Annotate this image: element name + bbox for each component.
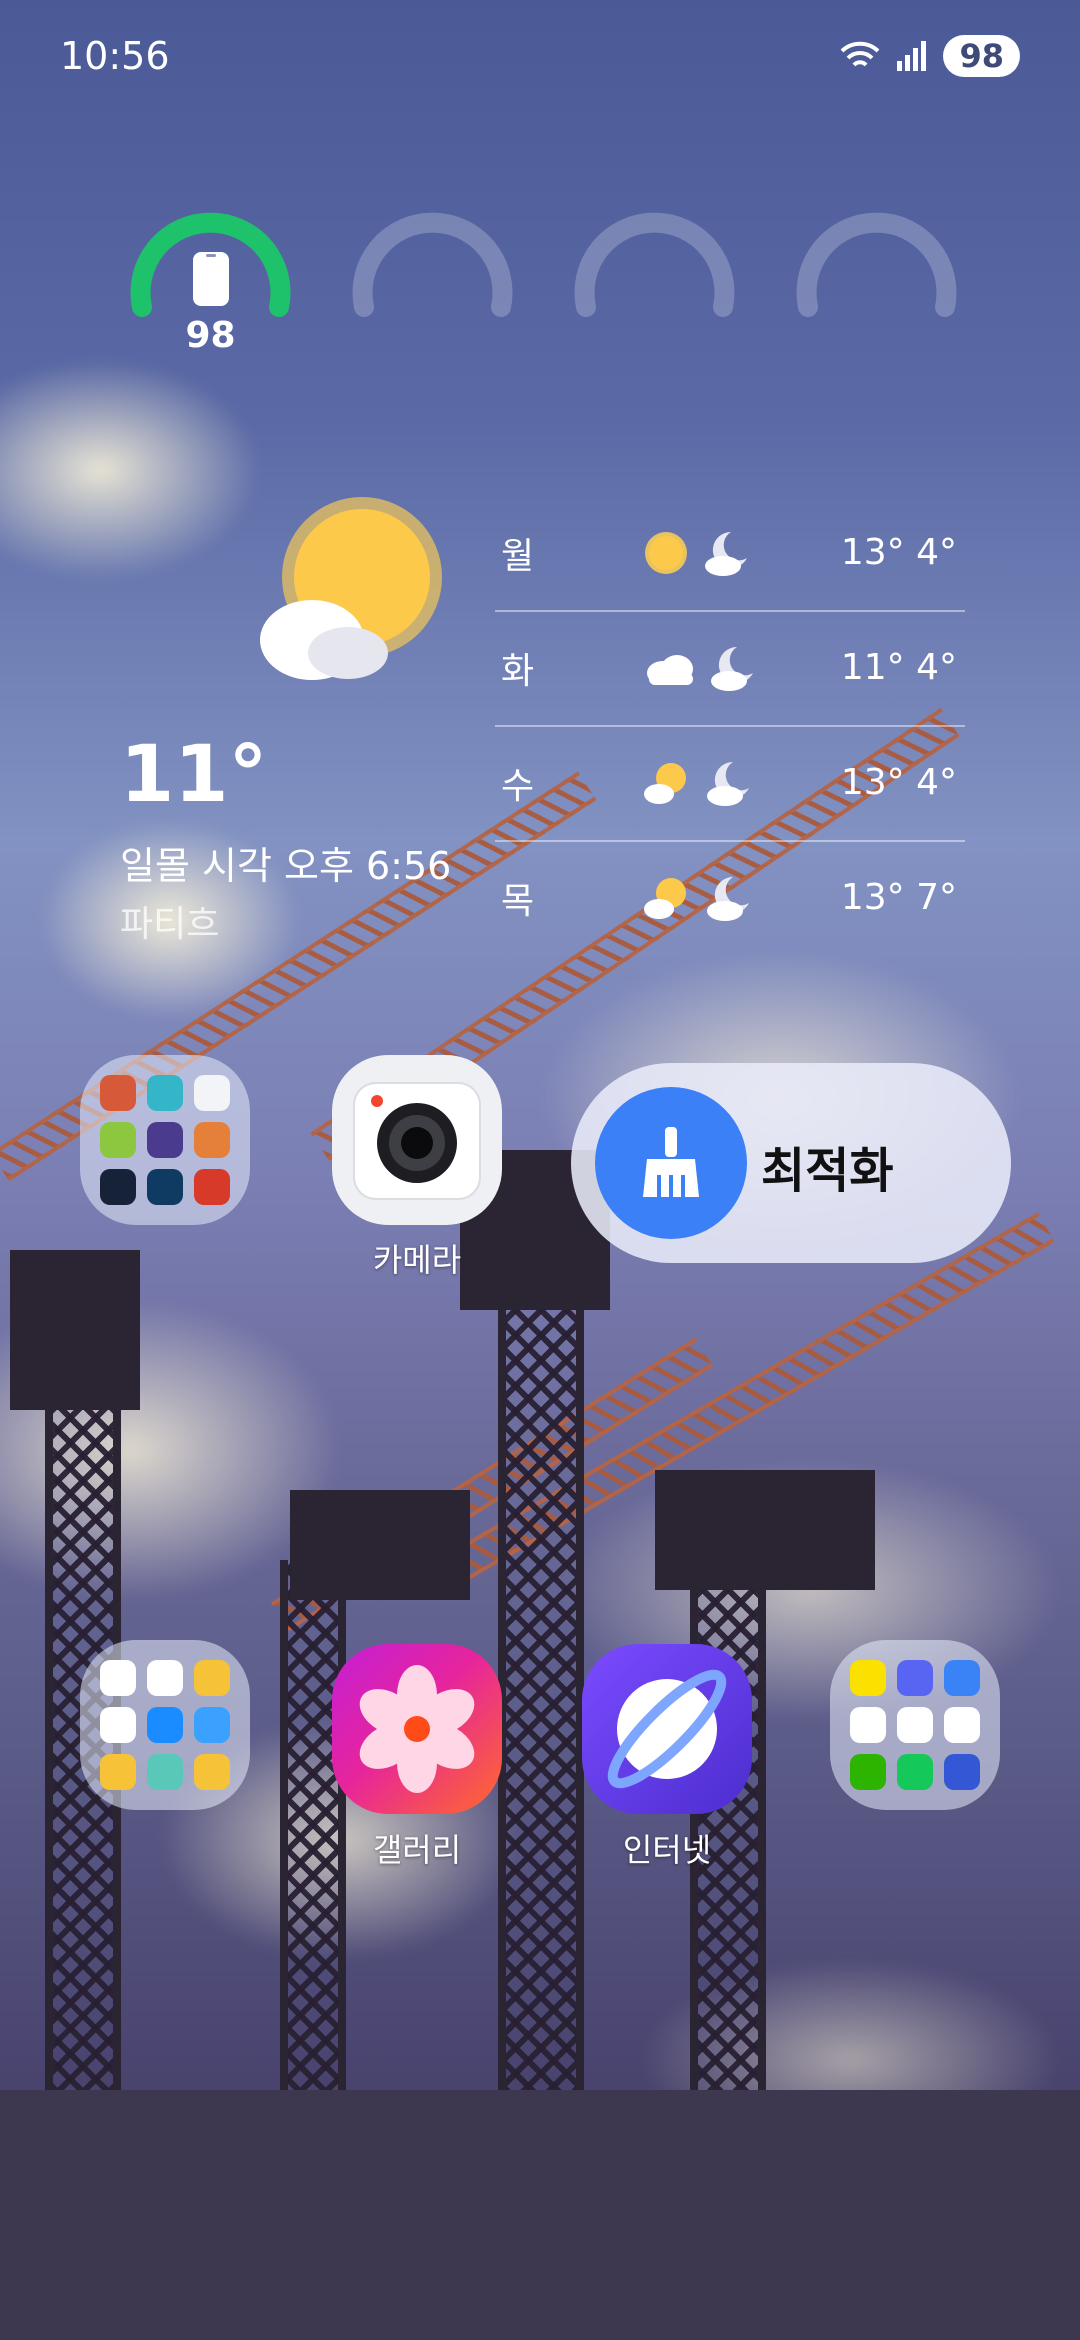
cloud-icon <box>647 654 693 685</box>
forecast-temps: 13° 7° <box>840 877 957 918</box>
sun-icon <box>645 531 687 574</box>
phone-battery-level: 98 <box>185 315 236 356</box>
home-row-1: 카메라 최적화 <box>0 1055 1080 1279</box>
current-temperature: 11° <box>120 730 268 820</box>
app-icon <box>944 1754 980 1790</box>
maps-app-icon <box>100 1660 136 1696</box>
moon-cloud-icon <box>707 876 749 921</box>
bank-app-icon <box>850 1707 886 1743</box>
phone-battery-gauge[interactable]: 98 <box>128 195 293 365</box>
translate-app-icon <box>194 1707 230 1743</box>
moon-cloud-icon <box>707 761 749 806</box>
forecast-day: 수 <box>501 765 535 807</box>
moon-cloud-icon <box>711 646 753 691</box>
game-app-icon <box>100 1075 136 1111</box>
empty-device-gauge <box>572 195 737 365</box>
moon-cloud-icon <box>705 531 747 576</box>
game-app-icon <box>194 1169 230 1205</box>
flower-icon <box>359 1665 475 1793</box>
optimize-button[interactable] <box>595 1087 747 1239</box>
broom-icon <box>643 1127 699 1197</box>
kakaotalk-app-icon <box>850 1660 886 1696</box>
status-bar: 10:56 98 <box>60 28 1020 84</box>
app-icon <box>897 1707 933 1743</box>
clock: 10:56 <box>60 34 170 78</box>
forecast-temps: 13° 4° <box>840 532 957 573</box>
optimize-label: 최적화 <box>761 1143 894 1199</box>
game-app-icon <box>100 1122 136 1158</box>
empty-device-gauge <box>794 195 959 365</box>
forecast-row: 목 13° 7° <box>495 840 965 955</box>
sun-cloud-icon <box>260 497 442 680</box>
game-app-icon <box>100 1169 136 1205</box>
sunset-time: 일몰 시각 오후 6:56 <box>120 844 452 888</box>
sun-cloud-icon <box>644 762 686 804</box>
nes-emulator-app-icon <box>147 1169 183 1205</box>
shazam-app-icon <box>147 1707 183 1743</box>
game-app-icon <box>147 1122 183 1158</box>
pay-app-icon <box>897 1754 933 1790</box>
camera-icon <box>353 1082 481 1200</box>
forecast-row: 화 11° 4° <box>495 610 965 727</box>
camera-app[interactable] <box>332 1055 502 1225</box>
forecast-temps: 11° 4° <box>840 647 957 688</box>
notes-app-icon <box>194 1660 230 1696</box>
games-folder[interactable] <box>80 1055 250 1225</box>
tools-folder[interactable] <box>80 1640 250 1810</box>
forecast-row: 월 13° 4° <box>495 495 965 612</box>
battery-indicator: 98 <box>943 35 1020 77</box>
app-icon <box>944 1707 980 1743</box>
forecast-temps: 13° 4° <box>840 762 957 803</box>
location: 파티흐 <box>120 904 220 945</box>
forecast-day: 화 <box>501 650 535 692</box>
optimize-widget[interactable]: 최적화 <box>571 1063 1011 1263</box>
naver-app-icon <box>850 1754 886 1790</box>
gallery-app[interactable] <box>332 1644 502 1814</box>
forecast-row: 수 13° 4° <box>495 725 965 842</box>
signal-icon <box>897 41 927 71</box>
wifi-icon <box>841 41 880 67</box>
battery-widget[interactable]: 98 <box>128 195 968 365</box>
messages-app-icon <box>944 1660 980 1696</box>
gallery-label: 갤러리 <box>372 1831 462 1869</box>
forecast-day: 월 <box>501 535 535 577</box>
internet-label: 인터넷 <box>622 1831 712 1869</box>
planet-icon <box>607 1669 727 1789</box>
camera-label: 카메라 <box>372 1241 462 1279</box>
home-row-2: 갤러리 인터넷 <box>0 1640 1080 1880</box>
google-maps-app-icon <box>147 1660 183 1696</box>
sun-cloud-icon <box>644 877 686 919</box>
game-app-icon <box>147 1075 183 1111</box>
calendar-app-icon <box>100 1707 136 1743</box>
social-folder[interactable] <box>830 1640 1000 1810</box>
forecast-day: 목 <box>501 880 535 922</box>
internet-app[interactable] <box>582 1644 752 1814</box>
game-app-icon <box>194 1122 230 1158</box>
empty-device-gauge <box>350 195 515 365</box>
weather-widget[interactable]: 11° 일몰 시각 오후 6:56 파티흐 월 13° 4° 화 11° 4° … <box>110 495 970 955</box>
files-app-icon <box>194 1754 230 1790</box>
dolphin-app-icon <box>194 1075 230 1111</box>
phone-icon <box>193 252 229 306</box>
discord-app-icon <box>897 1660 933 1696</box>
app-icon <box>147 1754 183 1790</box>
files-app-icon <box>100 1754 136 1790</box>
